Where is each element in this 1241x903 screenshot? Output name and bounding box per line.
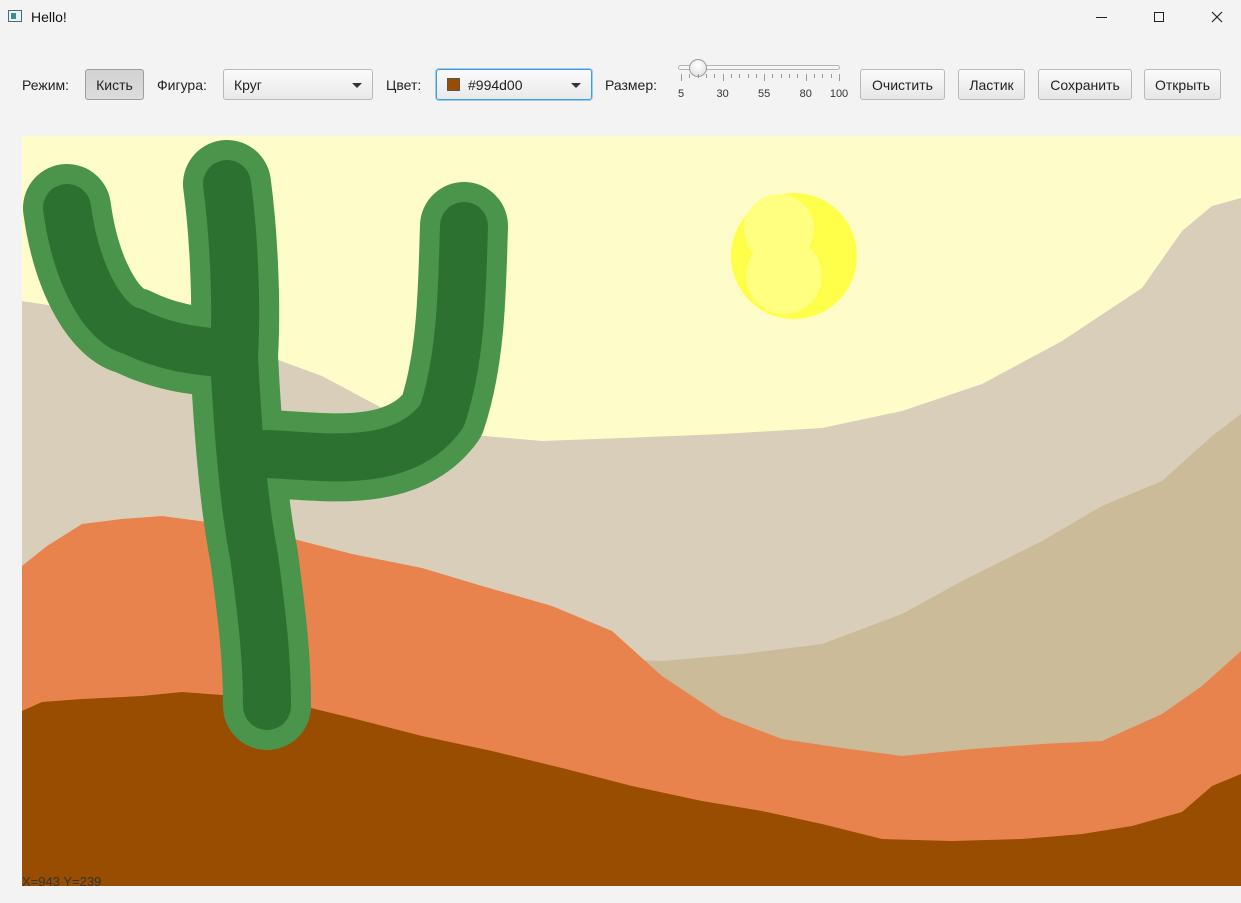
maximize-icon xyxy=(1154,12,1164,22)
slider-tick xyxy=(789,74,791,78)
slider-tick xyxy=(722,74,724,81)
size-slider[interactable]: 5 30 55 80 100 xyxy=(676,58,848,104)
shape-label: Фигура: xyxy=(157,77,207,93)
shape-select[interactable]: Круг xyxy=(223,69,373,100)
size-label: Размер: xyxy=(605,77,658,93)
slider-tick xyxy=(697,74,699,78)
window-title: Hello! xyxy=(31,9,67,25)
app-icon xyxy=(8,10,22,22)
slider-tick xyxy=(705,74,707,78)
brush-mode-button[interactable]: Кисть xyxy=(85,69,144,100)
slider-tick-label: 55 xyxy=(758,88,771,100)
slider-tick xyxy=(730,74,732,78)
title-bar: Hello! xyxy=(0,0,1241,36)
slider-tick xyxy=(780,74,782,78)
color-swatch xyxy=(447,78,460,91)
sun xyxy=(731,193,857,319)
sun-highlight xyxy=(746,238,822,314)
open-button[interactable]: Открыть xyxy=(1144,69,1221,100)
save-button[interactable]: Сохранить xyxy=(1038,69,1132,100)
clear-button[interactable]: Очистить xyxy=(860,69,945,100)
slider-tick xyxy=(830,74,832,78)
slider-tick-label: 30 xyxy=(716,88,729,100)
maximize-button[interactable] xyxy=(1130,0,1188,34)
minimize-icon xyxy=(1095,16,1107,18)
slider-tick xyxy=(764,74,766,81)
color-picker-value: #994d00 xyxy=(468,77,523,93)
slider-tick xyxy=(755,74,757,78)
minimize-button[interactable] xyxy=(1072,0,1130,34)
color-picker[interactable]: #994d00 xyxy=(436,69,592,100)
slider-tick xyxy=(822,74,824,78)
slider-tick xyxy=(805,74,807,81)
slider-tick-label: 100 xyxy=(829,88,849,100)
slider-tick-label: 80 xyxy=(799,88,812,100)
slider-tick-label: 5 xyxy=(677,88,685,100)
slider-tick xyxy=(681,74,682,81)
slider-tick xyxy=(689,74,691,78)
slider-tick xyxy=(747,74,749,78)
drawing-canvas[interactable] xyxy=(22,136,1241,886)
slider-tick xyxy=(714,74,716,78)
slider-tick xyxy=(739,74,741,78)
slider-tick xyxy=(797,74,799,78)
chevron-down-icon xyxy=(571,83,581,88)
slider-tick xyxy=(814,74,816,78)
slider-tick xyxy=(772,74,774,78)
close-icon xyxy=(1211,11,1223,23)
slider-tick xyxy=(839,74,840,81)
chevron-down-icon xyxy=(352,83,362,88)
cursor-coordinates: X=943 Y=239 xyxy=(22,874,102,889)
mode-label: Режим: xyxy=(22,77,70,93)
close-button[interactable] xyxy=(1188,0,1241,34)
color-label: Цвет: xyxy=(386,77,422,93)
shape-select-value: Круг xyxy=(234,77,262,93)
eraser-button[interactable]: Ластик xyxy=(958,69,1025,100)
